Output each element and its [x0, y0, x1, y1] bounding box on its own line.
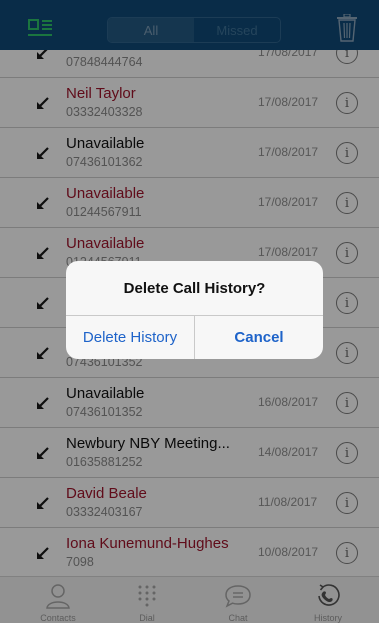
delete-history-dialog: Delete Call History? Delete History Canc… [66, 261, 323, 359]
delete-history-button[interactable]: Delete History [66, 316, 194, 359]
cancel-button[interactable]: Cancel [195, 316, 323, 359]
dialog-title: Delete Call History? [123, 279, 266, 297]
